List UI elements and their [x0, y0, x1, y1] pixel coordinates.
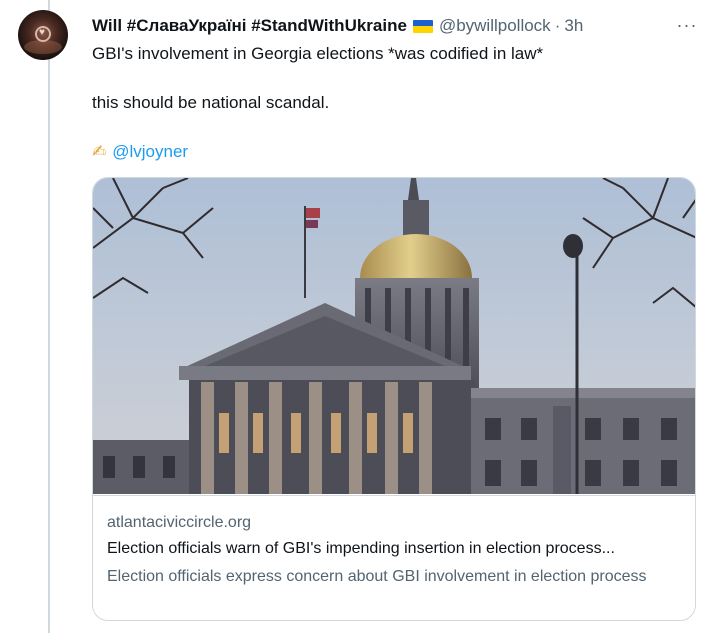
link-preview-card[interactable]: atlantaciviccircle.org Election official…: [92, 177, 696, 621]
heart-icon: ♥: [39, 27, 45, 38]
ukraine-flag-icon: [412, 19, 433, 33]
more-icon: ···: [676, 14, 698, 35]
timestamp[interactable]: 3h: [564, 16, 583, 36]
mention-line: ✍ @lvjoyner: [92, 141, 188, 163]
display-name[interactable]: Will #СлаваУкраїні #StandWithUkraine: [92, 16, 407, 36]
tweet-text-line-1: GBI's involvement in Georgia elections *…: [92, 44, 544, 63]
card-title: Election officials warn of GBI's impendi…: [107, 540, 615, 557]
thread-line: [48, 0, 50, 633]
mention-link[interactable]: @lvjoyner: [112, 142, 188, 161]
tweet-header: Will #СлаваУкраїні #StandWithUkraine @by…: [92, 15, 583, 37]
separator-dot: ·: [554, 16, 561, 35]
card-body[interactable]: atlantaciviccircle.org Election official…: [93, 495, 695, 585]
avatar-glow: [24, 40, 62, 54]
tweet-text-line-2: this should be national scandal.: [92, 93, 330, 112]
avatar[interactable]: ♥: [18, 10, 68, 60]
user-handle[interactable]: @bywillpollock: [439, 16, 551, 36]
writing-hand-icon: ✍: [92, 142, 107, 161]
more-options-button[interactable]: ···: [674, 14, 700, 36]
card-description: Election officials express concern about…: [107, 568, 647, 585]
georgia-capitol-photo[interactable]: [93, 178, 696, 494]
card-domain: atlantaciviccircle.org: [107, 514, 252, 531]
